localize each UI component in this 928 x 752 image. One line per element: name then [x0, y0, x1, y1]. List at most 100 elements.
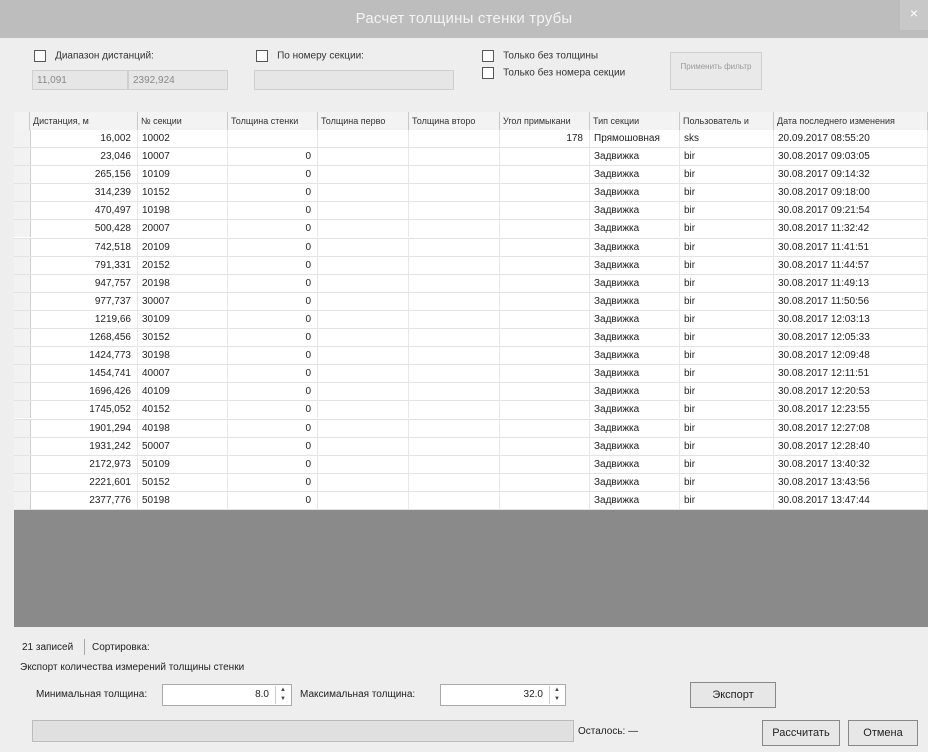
column-header-angle[interactable]: Угол примыкани	[500, 112, 590, 130]
row-selector[interactable]	[14, 274, 31, 292]
cell-wall-thickness[interactable]: 0	[228, 329, 318, 347]
cell-wall-thickness[interactable]: 0	[228, 202, 318, 220]
cell-angle[interactable]	[500, 148, 590, 166]
cell-modified-date[interactable]: 30.08.2017 09:18:00	[774, 184, 928, 202]
cell-modified-date[interactable]: 30.08.2017 12:28:40	[774, 437, 928, 455]
table-row[interactable]: 1454,741 40007 0 Задвижка bir 30.08.2017 12:1…	[14, 365, 928, 384]
cell-modified-date[interactable]: 30.08.2017 11:50:56	[774, 292, 928, 310]
cell-distance[interactable]: 23,046	[30, 148, 138, 166]
cell-wall-thickness[interactable]: 0	[228, 274, 318, 292]
distance-range-checkbox[interactable]	[34, 50, 46, 63]
cell-first-thickness[interactable]	[318, 220, 409, 238]
cell-first-thickness[interactable]	[318, 130, 409, 147]
cell-second-thickness[interactable]	[409, 437, 500, 455]
cell-user[interactable]: bir	[680, 491, 774, 509]
table-row[interactable]: 1745,052 40152 0 Задвижка bir 30.08.2017 12:2…	[14, 401, 928, 420]
cell-first-thickness[interactable]	[318, 437, 409, 455]
cell-first-thickness[interactable]	[318, 491, 409, 509]
cell-second-thickness[interactable]	[409, 130, 500, 147]
cell-first-thickness[interactable]	[318, 401, 409, 419]
cell-modified-date[interactable]: 30.08.2017 12:09:48	[774, 347, 928, 365]
cell-modified-date[interactable]: 30.08.2017 13:43:56	[774, 473, 928, 491]
cell-section[interactable]: 50109	[138, 455, 228, 473]
cell-first-thickness[interactable]	[318, 419, 409, 437]
cell-user[interactable]: bir	[680, 455, 774, 473]
cell-section-type[interactable]: Задвижка	[590, 202, 680, 220]
cell-second-thickness[interactable]	[409, 148, 500, 166]
cell-section-type[interactable]: Задвижка	[590, 437, 680, 455]
table-row[interactable]: 500,428 20007 0 Задвижка bir 30.08.2017 11:32…	[14, 220, 928, 239]
cell-section[interactable]: 20109	[138, 238, 228, 256]
cell-angle[interactable]	[500, 437, 590, 455]
cell-distance[interactable]: 947,757	[30, 274, 138, 292]
cell-section[interactable]: 50007	[138, 437, 228, 455]
distance-to-input[interactable]: 2392,924	[128, 70, 228, 90]
table-row[interactable]: 1268,456 30152 0 Задвижка bir 30.08.2017 12:0…	[14, 329, 928, 348]
table-row[interactable]: 314,239 10152 0 Задвижка bir 30.08.2017 09:18…	[14, 184, 928, 203]
cell-wall-thickness[interactable]: 0	[228, 184, 318, 202]
cell-wall-thickness[interactable]: 0	[228, 238, 318, 256]
cell-angle[interactable]: 178	[500, 130, 590, 147]
cell-distance[interactable]: 16,002	[30, 130, 138, 147]
cell-angle[interactable]	[500, 310, 590, 328]
cell-angle[interactable]	[500, 473, 590, 491]
cell-second-thickness[interactable]	[409, 329, 500, 347]
row-selector[interactable]	[14, 347, 31, 365]
cell-second-thickness[interactable]	[409, 491, 500, 509]
cell-wall-thickness[interactable]: 0	[228, 365, 318, 383]
cell-wall-thickness[interactable]: 0	[228, 292, 318, 310]
cell-first-thickness[interactable]	[318, 274, 409, 292]
cell-second-thickness[interactable]	[409, 292, 500, 310]
cell-section-type[interactable]: Задвижка	[590, 365, 680, 383]
cell-first-thickness[interactable]	[318, 329, 409, 347]
cell-wall-thickness[interactable]: 0	[228, 473, 318, 491]
table-row[interactable]: 1931,242 50007 0 Задвижка bir 30.08.2017 12:2…	[14, 437, 928, 456]
row-selector[interactable]	[14, 148, 31, 166]
row-selector[interactable]	[14, 202, 31, 220]
cell-section-type[interactable]: Задвижка	[590, 419, 680, 437]
table-row[interactable]: 791,331 20152 0 Задвижка bir 30.08.2017 11:44…	[14, 256, 928, 275]
cell-modified-date[interactable]: 30.08.2017 09:03:05	[774, 148, 928, 166]
cell-modified-date[interactable]: 30.08.2017 11:49:13	[774, 274, 928, 292]
cell-section-type[interactable]: Задвижка	[590, 473, 680, 491]
cell-second-thickness[interactable]	[409, 473, 500, 491]
export-button[interactable]: Экспорт	[690, 682, 776, 708]
min-thickness-field[interactable]: 8.0 ▲ ▼	[162, 684, 292, 706]
row-selector[interactable]	[14, 383, 31, 401]
table-row[interactable]: 265,156 10109 0 Задвижка bir 30.08.2017 09:14…	[14, 166, 928, 185]
cell-angle[interactable]	[500, 401, 590, 419]
cell-second-thickness[interactable]	[409, 256, 500, 274]
cell-modified-date[interactable]: 30.08.2017 12:05:33	[774, 329, 928, 347]
cell-user[interactable]: bir	[680, 274, 774, 292]
cell-user[interactable]: bir	[680, 202, 774, 220]
cell-modified-date[interactable]: 30.08.2017 09:14:32	[774, 166, 928, 184]
cell-section-type[interactable]: Задвижка	[590, 401, 680, 419]
cell-modified-date[interactable]: 30.08.2017 13:40:32	[774, 455, 928, 473]
cell-distance[interactable]: 1745,052	[30, 401, 138, 419]
row-selector[interactable]	[14, 329, 31, 347]
cell-section-type[interactable]: Задвижка	[590, 238, 680, 256]
cell-second-thickness[interactable]	[409, 238, 500, 256]
cell-section[interactable]: 40152	[138, 401, 228, 419]
cell-second-thickness[interactable]	[409, 310, 500, 328]
cell-first-thickness[interactable]	[318, 238, 409, 256]
cell-modified-date[interactable]: 30.08.2017 11:41:51	[774, 238, 928, 256]
cell-user[interactable]: bir	[680, 365, 774, 383]
cell-section-type[interactable]: Задвижка	[590, 491, 680, 509]
only-without-thickness-checkbox[interactable]	[482, 50, 494, 63]
cell-section-type[interactable]: Задвижка	[590, 166, 680, 184]
cell-first-thickness[interactable]	[318, 292, 409, 310]
row-selector[interactable]	[14, 419, 31, 437]
cell-section-type[interactable]: Задвижка	[590, 148, 680, 166]
cell-section-type[interactable]: Задвижка	[590, 329, 680, 347]
cell-section-type[interactable]: Задвижка	[590, 220, 680, 238]
cell-angle[interactable]	[500, 347, 590, 365]
row-selector[interactable]	[14, 473, 31, 491]
cell-user[interactable]: sks	[680, 130, 774, 147]
cell-wall-thickness[interactable]: 0	[228, 310, 318, 328]
cell-second-thickness[interactable]	[409, 347, 500, 365]
cell-section-type[interactable]: Прямошовная	[590, 130, 680, 147]
cell-modified-date[interactable]: 30.08.2017 11:44:57	[774, 256, 928, 274]
cell-angle[interactable]	[500, 383, 590, 401]
cell-section[interactable]: 10007	[138, 148, 228, 166]
